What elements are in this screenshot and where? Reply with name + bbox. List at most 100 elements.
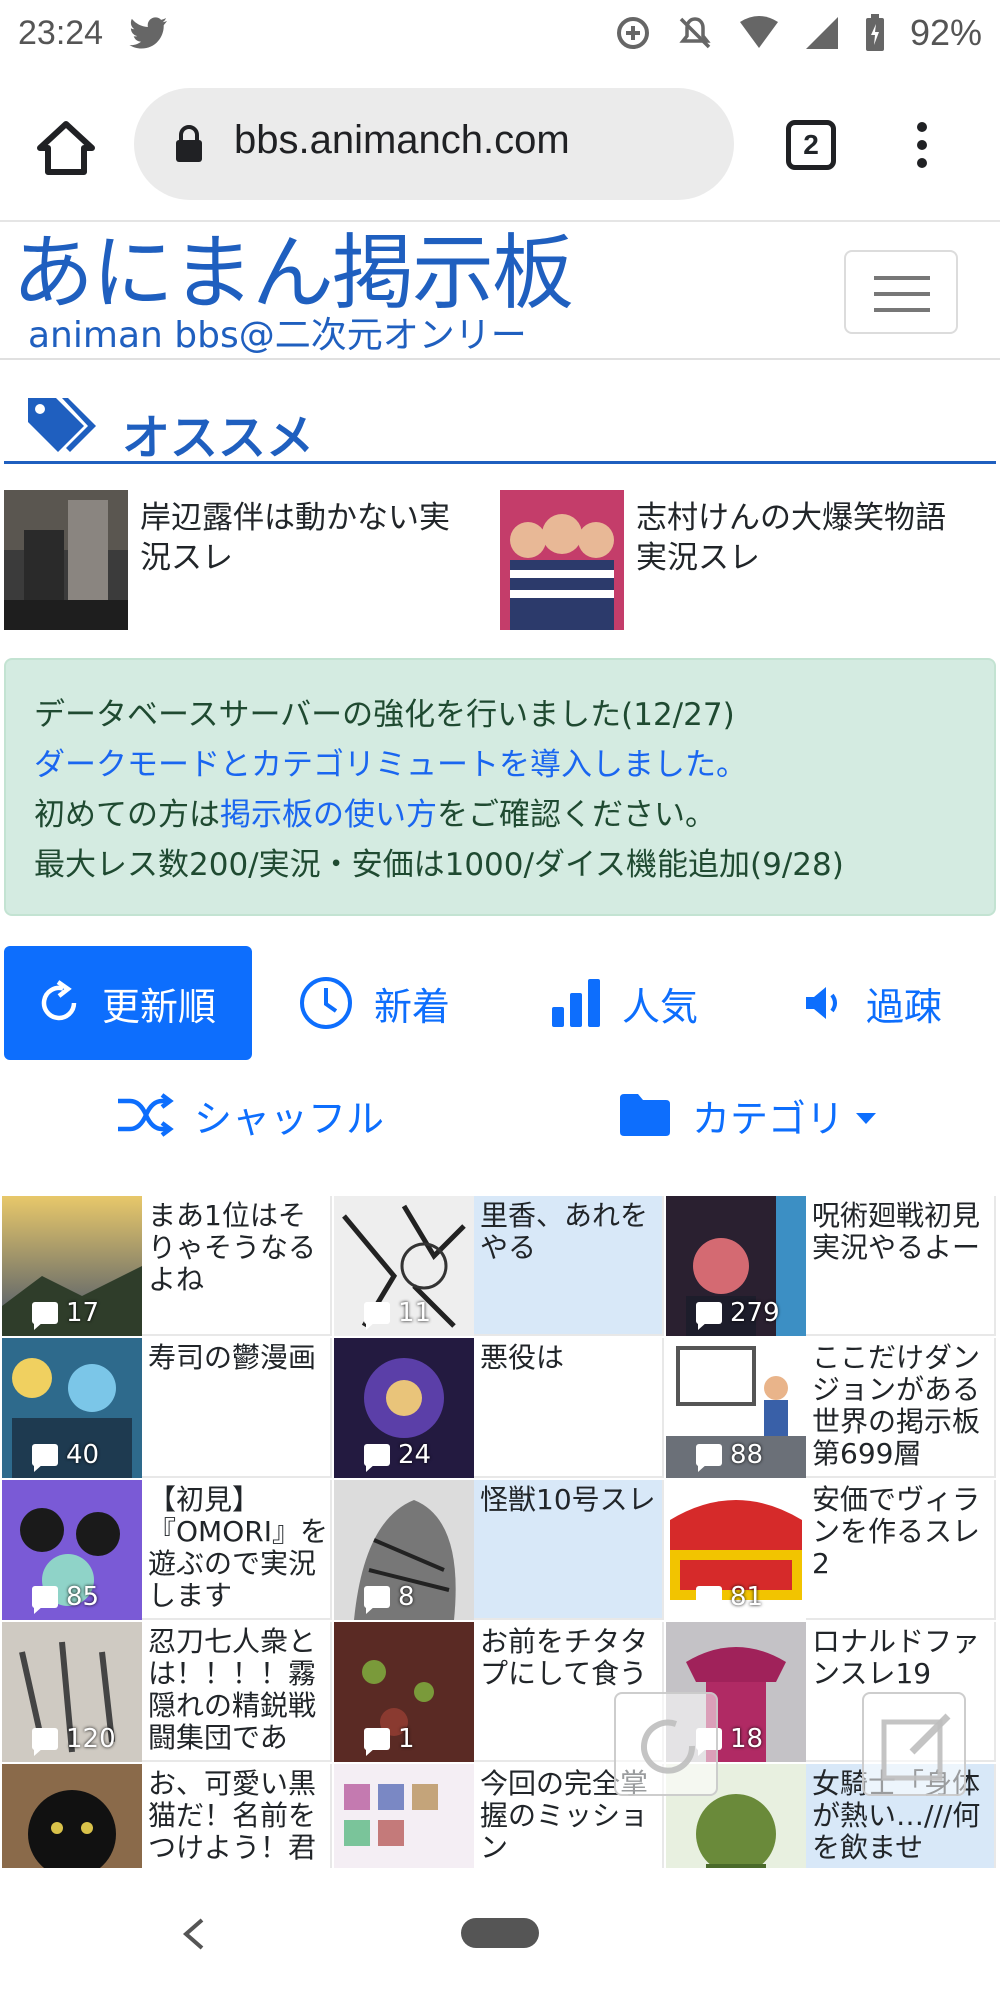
thread-card[interactable]: 81 安価でヴィランを作るスレ2 bbox=[666, 1480, 996, 1620]
sort-tabs-row2: シャッフル カテゴリ bbox=[0, 1070, 1000, 1160]
thread-title: 呪術廻戦初見実況やるよー bbox=[812, 1200, 981, 1264]
reply-count: 17 bbox=[32, 1298, 99, 1330]
thread-title: ここだけダンジョンがある世界の掲示板第699層 bbox=[812, 1342, 981, 1470]
folder-icon bbox=[620, 1094, 670, 1136]
thread-title: 怪獣10号スレ bbox=[480, 1484, 656, 1516]
chevron-down-icon bbox=[856, 1112, 877, 1124]
mute-icon bbox=[679, 17, 711, 49]
browser-toolbar: bbs.animanch.com 2 bbox=[0, 66, 1000, 222]
thread-card[interactable]: 85 【初見】『OMORI』を遊ぶので実況します bbox=[2, 1480, 332, 1620]
thread-title: まあ1位はそりゃそうなるよね bbox=[148, 1200, 317, 1296]
comment-icon bbox=[32, 1586, 58, 1614]
sort-tabs: 更新順 新着 人気 過疎 bbox=[0, 946, 1000, 1060]
tab-new[interactable]: 新着 bbox=[298, 946, 450, 1060]
comment-icon bbox=[32, 1728, 58, 1756]
reply-count: 11 bbox=[364, 1298, 431, 1330]
refresh-icon bbox=[41, 980, 77, 1021]
tab-shuffle[interactable]: シャッフル bbox=[116, 1070, 384, 1160]
thread-card[interactable]: 120 忍刀七人衆とは！！！！霧隠れの精鋭戦闘集団であ bbox=[2, 1622, 332, 1762]
thumbnail bbox=[500, 490, 624, 630]
reply-count: 40 bbox=[32, 1440, 99, 1472]
category-dropdown[interactable]: カテゴリ bbox=[618, 1070, 877, 1160]
twitter-icon bbox=[129, 17, 168, 49]
site-logo[interactable]: あにまん掲示板 bbox=[12, 224, 574, 324]
thread-card[interactable]: 8 怪獣10号スレ bbox=[334, 1480, 664, 1620]
notice-line: 最大レス数200/実況・安価は1000/ダイス機能追加(9/28) bbox=[34, 847, 844, 883]
new-thread-button[interactable] bbox=[862, 1692, 966, 1796]
tab-stale[interactable]: 過疎 bbox=[804, 946, 942, 1060]
status-bar: 23:24 92% bbox=[0, 0, 1000, 66]
thumbnail bbox=[4, 490, 128, 630]
refresh-icon bbox=[641, 1719, 696, 1774]
thread-thumbnail bbox=[2, 1764, 142, 1868]
hamburger-menu-button[interactable] bbox=[844, 250, 958, 334]
edit-icon bbox=[881, 1713, 951, 1781]
notice-line: 初めての方は掲示板の使い方をご確認ください。 bbox=[34, 797, 716, 833]
thread-card[interactable]: お、可愛い黒猫だ！名前をつけよう！君 bbox=[2, 1764, 332, 1868]
tab-updated[interactable]: 更新順 bbox=[4, 946, 252, 1060]
recommended-header: オススメ bbox=[4, 364, 996, 466]
reload-button[interactable] bbox=[614, 1692, 718, 1796]
reply-count: 81 bbox=[696, 1582, 763, 1614]
home-icon[interactable] bbox=[36, 120, 96, 176]
tab-switcher-button[interactable]: 2 bbox=[786, 120, 836, 170]
reply-count: 85 bbox=[32, 1582, 99, 1614]
thread-title: 寿司の鬱漫画 bbox=[148, 1342, 317, 1374]
thread-card[interactable]: 11 里香、あれをやる bbox=[334, 1196, 664, 1336]
comment-icon bbox=[364, 1302, 390, 1330]
reply-count: 24 bbox=[364, 1440, 431, 1472]
thread-grid: 17 まあ1位はそりゃそうなるよね 11 里香、あれをやる 279 呪術廻戦初見… bbox=[0, 1196, 1000, 1868]
home-gesture-pill[interactable] bbox=[461, 1918, 539, 1948]
comment-icon bbox=[32, 1444, 58, 1472]
signal-icon bbox=[805, 17, 838, 49]
thread-card[interactable]: 40 寿司の鬱漫画 bbox=[2, 1338, 332, 1478]
comment-icon bbox=[32, 1302, 58, 1330]
thread-title: 悪役は bbox=[480, 1342, 565, 1374]
section-title: オススメ bbox=[122, 410, 315, 466]
notice-link[interactable]: ダークモードとカテゴリミュートを導入しました。 bbox=[34, 747, 747, 783]
clock-icon bbox=[300, 977, 352, 1029]
site-header: あにまん掲示板 animan bbs@二次元オンリー bbox=[0, 224, 1000, 360]
reply-count: 279 bbox=[696, 1298, 780, 1330]
reply-count: 120 bbox=[32, 1724, 116, 1756]
recommended-item[interactable]: 岸辺露伴は動かない実況スレ bbox=[4, 490, 494, 630]
comment-icon bbox=[696, 1586, 722, 1614]
browser-menu-icon[interactable] bbox=[910, 122, 934, 172]
recommended-item[interactable]: 志村けんの大爆笑物語実況スレ bbox=[500, 490, 990, 630]
announcement-box: データベースサーバーの強化を行いました(12/27) ダークモードとカテゴリミュ… bbox=[4, 658, 996, 916]
bar-chart-icon bbox=[552, 979, 600, 1027]
site-logo-subtitle: animan bbs@二次元オンリー bbox=[28, 315, 527, 356]
recommended-title: 志村けんの大爆笑物語実況スレ bbox=[636, 500, 946, 576]
battery-percent: 92% bbox=[909, 12, 982, 53]
thread-title: 【初見】『OMORI』を遊ぶので実況します bbox=[148, 1484, 328, 1612]
clock: 23:24 bbox=[18, 13, 104, 52]
usage-guide-link[interactable]: 掲示板の使い方 bbox=[220, 797, 437, 833]
system-nav-bar bbox=[0, 1868, 1000, 2000]
thread-card[interactable]: 279 呪術廻戦初見実況やるよー bbox=[666, 1196, 996, 1336]
url-text: bbs.animanch.com bbox=[234, 118, 570, 162]
reply-count: 88 bbox=[696, 1440, 763, 1472]
comment-icon bbox=[364, 1586, 390, 1614]
shuffle-icon bbox=[118, 1093, 174, 1137]
thread-title: 里香、あれをやる bbox=[480, 1200, 649, 1264]
wifi-icon bbox=[739, 16, 778, 48]
notice-line: データベースサーバーの強化を行いました(12/27) bbox=[34, 697, 735, 733]
comment-icon bbox=[364, 1728, 390, 1756]
thread-title: お、可愛い黒猫だ！名前をつけよう！君 bbox=[148, 1768, 317, 1864]
tab-popular[interactable]: 人気 bbox=[550, 946, 698, 1060]
thread-card[interactable]: 24 悪役は bbox=[334, 1338, 664, 1478]
thread-thumbnail bbox=[334, 1764, 474, 1868]
battery-icon bbox=[865, 14, 884, 51]
address-bar[interactable]: bbs.animanch.com bbox=[134, 88, 734, 200]
data-saver-icon bbox=[616, 17, 649, 49]
reply-count: 8 bbox=[364, 1582, 415, 1614]
reply-count: 1 bbox=[364, 1724, 415, 1756]
thread-card[interactable]: 17 まあ1位はそりゃそうなるよね bbox=[2, 1196, 332, 1336]
comment-icon bbox=[696, 1302, 722, 1330]
speaker-icon bbox=[806, 987, 837, 1019]
thread-title: ロナルドファンスレ19 bbox=[812, 1626, 981, 1690]
thread-card[interactable]: 88 ここだけダンジョンがある世界の掲示板第699層 bbox=[666, 1338, 996, 1478]
back-icon[interactable] bbox=[182, 1918, 206, 1950]
tag-icon bbox=[28, 398, 96, 452]
thread-title: お前をチタタプにして食う bbox=[480, 1626, 649, 1690]
